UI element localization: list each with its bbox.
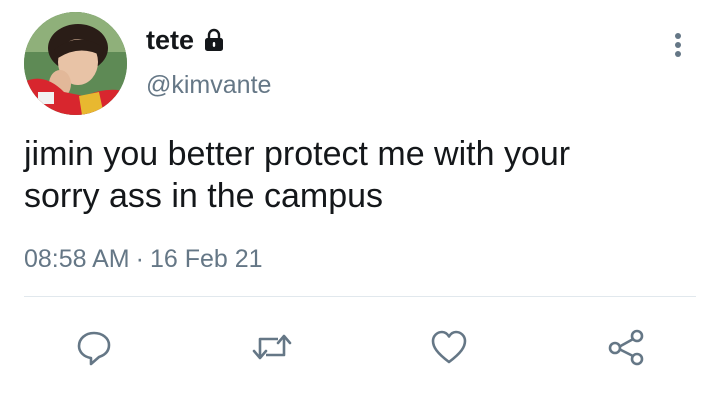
more-vertical-icon[interactable] (666, 30, 690, 64)
divider (24, 296, 696, 297)
tweet-time: 08:58 AM (24, 245, 130, 273)
tweet-meta: 08:58 AM · 16 Feb 21 (24, 244, 263, 274)
tweet-text: jimin you better protect me with your so… (24, 133, 684, 217)
tweet-card: tete @kimvante jimin you better protect … (0, 0, 720, 407)
meta-separator: · (135, 245, 144, 273)
reply-button[interactable] (72, 325, 116, 369)
tweet-text-line: sorry ass in the campus (24, 177, 384, 215)
display-name-row: tete (146, 24, 227, 56)
retweet-icon (250, 327, 294, 367)
avatar-image (24, 12, 127, 115)
reply-icon (74, 327, 114, 367)
user-handle[interactable]: @kimvante (146, 70, 271, 100)
tweet-date: 16 Feb 21 (149, 245, 263, 273)
like-button[interactable] (427, 325, 471, 369)
avatar[interactable] (24, 12, 127, 115)
tweet-text-line: jimin you better protect me with your (24, 135, 571, 173)
share-button[interactable] (604, 325, 648, 369)
retweet-button[interactable] (250, 325, 294, 369)
display-name[interactable]: tete (146, 24, 194, 56)
heart-icon (429, 327, 469, 367)
share-icon (606, 327, 646, 367)
lock-icon (201, 27, 227, 53)
